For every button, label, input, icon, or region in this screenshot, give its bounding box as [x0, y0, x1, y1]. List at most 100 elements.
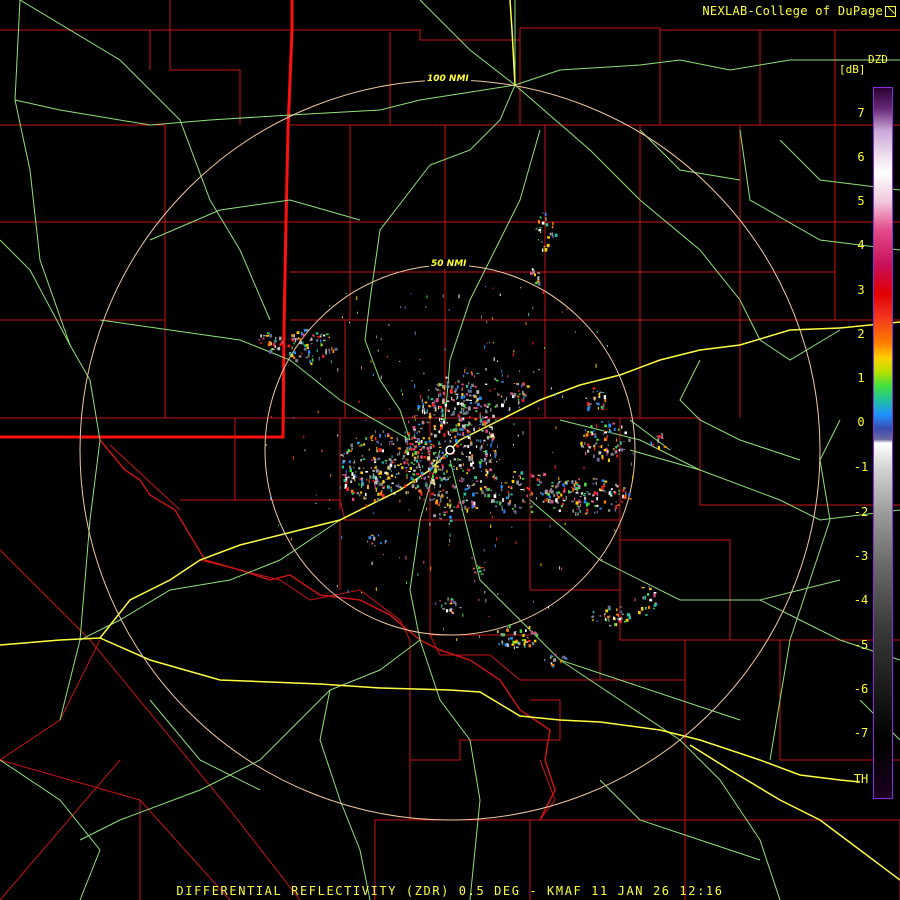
radar-echo-pixel: [375, 587, 377, 591]
radar-echo-pixel: [599, 615, 602, 617]
radar-echo-pixel: [624, 494, 627, 499]
radar-echo-pixel: [468, 416, 471, 419]
radar-echo-pixel: [438, 490, 440, 494]
radar-echo-pixel: [487, 487, 490, 491]
radar-echo-pixel: [494, 388, 496, 390]
radar-echo-pixel: [446, 503, 449, 507]
radar-echo-pixel: [376, 446, 378, 451]
radar-echo-pixel: [406, 462, 409, 465]
radar-echo-pixel: [497, 394, 500, 396]
radar-echo-pixel: [490, 489, 492, 492]
radar-echo-pixel: [606, 451, 608, 456]
radar-echo-pixel: [361, 366, 362, 370]
radar-echo-pixel: [260, 342, 263, 344]
radar-echo-pixel: [543, 472, 547, 477]
radar-echo-pixel: [449, 476, 451, 478]
radar-echo-pixel: [380, 443, 382, 446]
radar-echo-pixel: [444, 403, 447, 407]
radar-echo-pixel: [520, 489, 524, 491]
product-caption: DIFFERENTIAL REFLECTIVITY (ZDR) 0.5 DEG …: [176, 884, 724, 898]
radar-echo-pixel: [380, 541, 382, 545]
radar-echo-pixel: [561, 503, 564, 506]
radar-echo-pixel: [518, 400, 520, 405]
radar-echo-pixel: [425, 482, 427, 485]
radar-echo-pixel: [601, 479, 605, 483]
radar-echo-pixel: [603, 403, 605, 408]
radar-echo-pixel: [412, 426, 416, 429]
radar-echo-pixel: [460, 480, 464, 483]
radar-echo-pixel: [583, 495, 586, 497]
radar-echo-pixel: [599, 488, 601, 492]
radar-echo-pixel: [579, 510, 582, 513]
radar-echo-pixel: [328, 336, 330, 339]
radar-echo-pixel: [579, 504, 581, 507]
radar-echo-pixel: [531, 505, 533, 508]
radar-echo-pixel: [598, 446, 601, 448]
radar-echo-pixel: [458, 500, 460, 505]
radar-echo-pixel: [529, 502, 531, 504]
radar-echo-pixel: [410, 447, 413, 451]
radar-echo-pixel: [350, 443, 353, 448]
radar-echo-pixel: [584, 482, 587, 487]
radar-echo-pixel: [406, 477, 408, 479]
radar-echo-pixel: [293, 351, 296, 355]
radar-echo-pixel: [404, 431, 406, 434]
radar-echo-pixel: [290, 537, 292, 541]
radar-echo-pixel: [527, 488, 531, 491]
radar-echo-pixel: [508, 637, 510, 641]
radar-echo-pixel: [295, 337, 298, 341]
radar-echo-pixel: [415, 441, 418, 443]
radar-echo-pixel: [356, 492, 359, 495]
radar-echo-pixel: [560, 505, 563, 508]
radar-echo-pixel: [467, 406, 471, 411]
radar-echo-pixel: [319, 377, 321, 380]
radar-echo-pixel: [551, 485, 554, 488]
radar-echo-pixel: [499, 502, 503, 504]
radar-echo-pixel: [409, 442, 413, 445]
radar-echo-pixel: [336, 585, 338, 588]
radar-echo-pixel: [475, 407, 479, 409]
radar-echo-pixel: [377, 349, 379, 352]
radar-echo-pixel: [493, 501, 496, 503]
radar-echo-pixel: [397, 485, 401, 488]
radar-echo-pixel: [547, 606, 549, 609]
radar-echo-pixel: [475, 492, 479, 494]
radar-echo-pixel: [575, 487, 579, 490]
radar-echo-pixel: [320, 333, 323, 336]
radar-echo-pixel: [431, 492, 434, 495]
radar-echo-pixel: [562, 499, 566, 502]
radar-echo-pixel: [653, 592, 657, 594]
radar-echo-pixel: [414, 331, 416, 336]
radar-echo-pixel: [270, 496, 271, 500]
radar-echo-pixel: [345, 477, 348, 481]
radar-echo-pixel: [320, 343, 322, 347]
radar-echo-pixel: [480, 480, 482, 483]
radar-echo-pixel: [485, 285, 486, 288]
radar-echo-pixel: [544, 248, 548, 252]
radar-echo-pixel: [532, 341, 534, 345]
radar-echo-pixel: [526, 494, 528, 498]
radar-echo-pixel: [542, 212, 544, 214]
radar-echo-pixel: [522, 397, 525, 400]
radar-echo-pixel: [564, 481, 567, 485]
radar-echo-pixel: [495, 419, 497, 422]
radar-echo-pixel: [377, 534, 380, 537]
radar-echo-pixel: [380, 375, 382, 380]
radar-echo-pixel: [365, 504, 368, 507]
radar-echo-pixel: [446, 496, 448, 499]
radar-echo-pixel: [489, 426, 492, 428]
radar-echo-pixel: [388, 324, 390, 326]
radar-echo-pixel: [265, 444, 267, 446]
radar-echo-pixel: [631, 462, 633, 467]
radar-echo-pixel: [433, 414, 436, 416]
radar-echo-pixel: [289, 351, 292, 356]
radar-echo-pixel: [618, 613, 619, 617]
range-ring-outer-label: 100 NMI: [425, 74, 471, 84]
radar-echo-pixel: [422, 446, 426, 449]
radar-echo-pixel: [493, 357, 495, 361]
radar-echo-pixel: [413, 469, 416, 472]
radar-echo-pixel: [474, 402, 476, 404]
radar-echo-pixel: [595, 363, 597, 368]
radar-echo-pixel: [555, 426, 557, 430]
radar-echo-pixel: [341, 465, 344, 469]
